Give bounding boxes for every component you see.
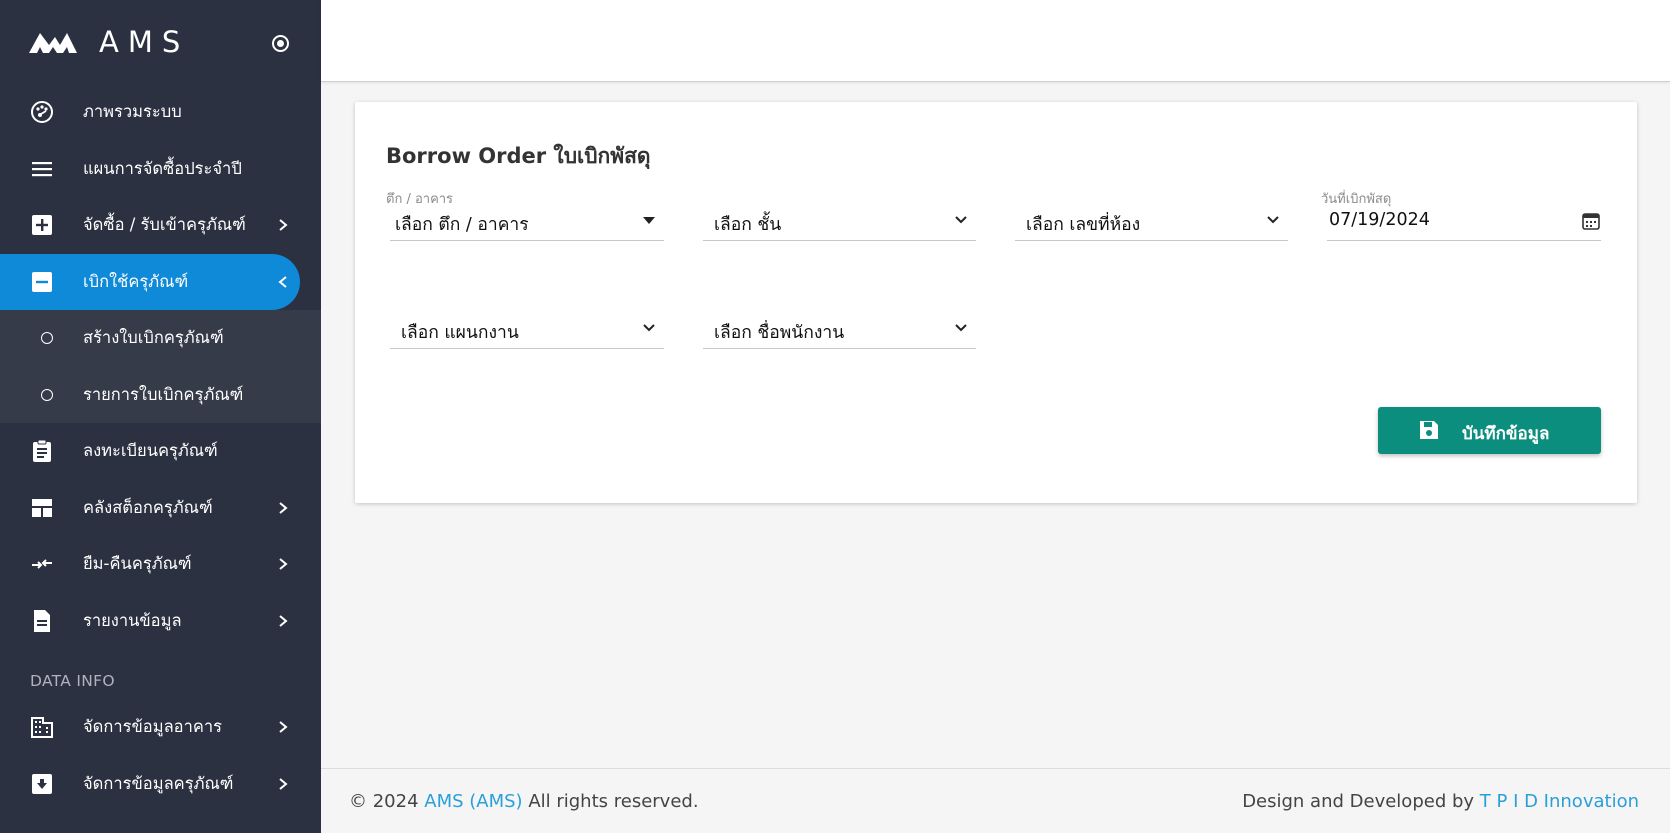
top-bar (321, 0, 1670, 82)
sidebar-item-label: แผนการจัดซื้อประจำปี (83, 158, 242, 178)
sidebar-item-building-data[interactable]: จัดการข้อมูลอาคาร (0, 699, 321, 756)
employee-select-value: เลือก ชื่อพนักงาน (714, 323, 845, 343)
dashboard-icon (29, 99, 55, 125)
chevron-left-icon (276, 275, 290, 289)
ams-logo-icon (29, 33, 77, 53)
sidebar-item-create-withdraw[interactable]: สร้างใบเบิกครุภัณฑ์ (0, 310, 321, 367)
calendar-icon[interactable] (1581, 211, 1601, 231)
sidebar-submenu-withdraw: สร้างใบเบิกครุภัณฑ์ รายการใบเบิกครุภัณฑ์ (0, 310, 321, 423)
sidebar-item-label: ภาพรวมระบบ (83, 102, 182, 122)
chevron-right-icon (276, 218, 290, 232)
copyright-suffix: All rights reserved. (528, 791, 699, 812)
sidebar-item-label: เบิกใช้ครุภัณฑ์ (83, 271, 189, 291)
chevron-right-icon (276, 720, 290, 734)
chevron-right-icon (276, 557, 290, 571)
footer-credit: Design and Developed by T P I D Innovati… (1242, 791, 1639, 812)
chevron-down-icon (642, 322, 656, 334)
sidebar-toggle-icon[interactable] (272, 35, 289, 52)
sidebar-item-label: คลังสต็อกครุภัณฑ์ (83, 497, 213, 517)
menu-lines-icon (29, 156, 55, 182)
sidebar-item-label: สร้างใบเบิกครุภัณฑ์ (83, 328, 224, 348)
section-label-data-info: DATA INFO (30, 672, 115, 690)
chevron-down-icon (954, 322, 968, 334)
chevron-right-icon (276, 501, 290, 515)
sidebar-item-procurement[interactable]: จัดซื้อ / รับเข้าครุภัณฑ์ (0, 197, 321, 254)
sidebar-item-label: รายงานข้อมูล (83, 610, 182, 630)
department-select-value: เลือก แผนกงาน (401, 323, 519, 343)
floor-select-value: เลือก ชั้น (714, 215, 782, 235)
swap-arrows-icon (29, 551, 55, 577)
floor-select[interactable]: เลือก ชั้น (703, 201, 976, 241)
minus-box-icon (29, 269, 55, 295)
employee-select[interactable]: เลือก ชื่อพนักงาน (703, 309, 976, 349)
room-select-value: เลือก เลขที่ห้อง (1026, 215, 1141, 235)
chevron-down-icon (954, 214, 968, 226)
clipboard-icon (29, 438, 55, 464)
sidebar-item-label: ลงทะเบียนครุภัณฑ์ (83, 441, 218, 461)
building-select[interactable]: เลือก ตึก / อาคาร (390, 201, 664, 241)
save-button-label: บันทึกข้อมูล (1462, 424, 1550, 444)
borrow-date-input[interactable]: 07/19/2024 (1327, 201, 1601, 241)
sidebar-menu-data-info: จัดการข้อมูลอาคาร จัดการข้อมูลครุภัณฑ์ (0, 699, 321, 812)
chevron-right-icon (276, 614, 290, 628)
room-select[interactable]: เลือก เลขที่ห้อง (1015, 201, 1288, 241)
brand-name: AMS (99, 25, 190, 59)
ams-link[interactable]: AMS (AMS) (424, 791, 522, 812)
sidebar-item-withdraw[interactable]: เบิกใช้ครุภัณฑ์ (0, 253, 300, 310)
page-title: Borrow Order ใบเบิกพัสดุ (386, 144, 651, 168)
tpid-innovation-link[interactable]: T P I D Innovation (1480, 791, 1639, 812)
save-button[interactable]: บันทึกข้อมูล (1378, 407, 1601, 454)
document-icon (29, 608, 55, 634)
sidebar-item-label: จัดซื้อ / รับเข้าครุภัณฑ์ (83, 215, 246, 235)
borrow-order-card: Borrow Order ใบเบิกพัสดุ ตึก / อาคาร เลื… (355, 102, 1637, 503)
sidebar-menu: ภาพรวมระบบ แผนการจัดซื้อประจำปี จัดซื้อ … (0, 84, 321, 310)
building-select-value: เลือก ตึก / อาคาร (395, 215, 529, 235)
sidebar-item-label: รายการใบเบิกครุภัณฑ์ (83, 384, 244, 404)
sidebar-item-stock[interactable]: คลังสต็อกครุภัณฑ์ (0, 480, 321, 537)
department-select[interactable]: เลือก แผนกงาน (390, 309, 664, 349)
asset-box-icon (29, 771, 55, 797)
plus-box-icon (29, 212, 55, 238)
sidebar-item-asset-data[interactable]: จัดการข้อมูลครุภัณฑ์ (0, 756, 321, 813)
credit-prefix: Design and Developed by (1242, 791, 1475, 812)
sidebar-item-annual-plan[interactable]: แผนการจัดซื้อประจำปี (0, 141, 321, 198)
building-icon (29, 714, 55, 740)
footer-copyright: © 2024 AMS (AMS) All rights reserved. (349, 791, 699, 812)
sidebar: AMS ภาพรวมระบบ แผนการจัดซื้อประจำปี จัดซ… (0, 0, 321, 833)
caret-down-icon (642, 214, 656, 226)
sidebar-item-reports[interactable]: รายงานข้อมูล (0, 593, 321, 650)
chevron-down-icon (1266, 214, 1280, 226)
circle-bullet-icon (34, 382, 60, 408)
dashboard-grid-icon (29, 495, 55, 521)
footer: © 2024 AMS (AMS) All rights reserved. De… (321, 768, 1670, 833)
copyright-prefix: © 2024 (349, 791, 419, 812)
chevron-right-icon (276, 777, 290, 791)
brand[interactable]: AMS (0, 0, 321, 84)
sidebar-menu-continued: ลงทะเบียนครุภัณฑ์ คลังสต็อกครุภัณฑ์ ยืม-… (0, 423, 321, 649)
sidebar-item-label: จัดการข้อมูลครุภัณฑ์ (83, 773, 234, 793)
sidebar-item-overview[interactable]: ภาพรวมระบบ (0, 84, 321, 141)
sidebar-item-label: ยืม-คืนครุภัณฑ์ (83, 554, 192, 574)
sidebar-item-label: จัดการข้อมูลอาคาร (83, 717, 223, 737)
floppy-disk-icon (1420, 421, 1438, 439)
circle-bullet-icon (34, 325, 60, 351)
sidebar-item-withdraw-list[interactable]: รายการใบเบิกครุภัณฑ์ (0, 367, 321, 424)
sidebar-item-borrow-return[interactable]: ยืม-คืนครุภัณฑ์ (0, 536, 321, 593)
sidebar-item-register[interactable]: ลงทะเบียนครุภัณฑ์ (0, 423, 321, 480)
borrow-date-value: 07/19/2024 (1329, 210, 1430, 230)
